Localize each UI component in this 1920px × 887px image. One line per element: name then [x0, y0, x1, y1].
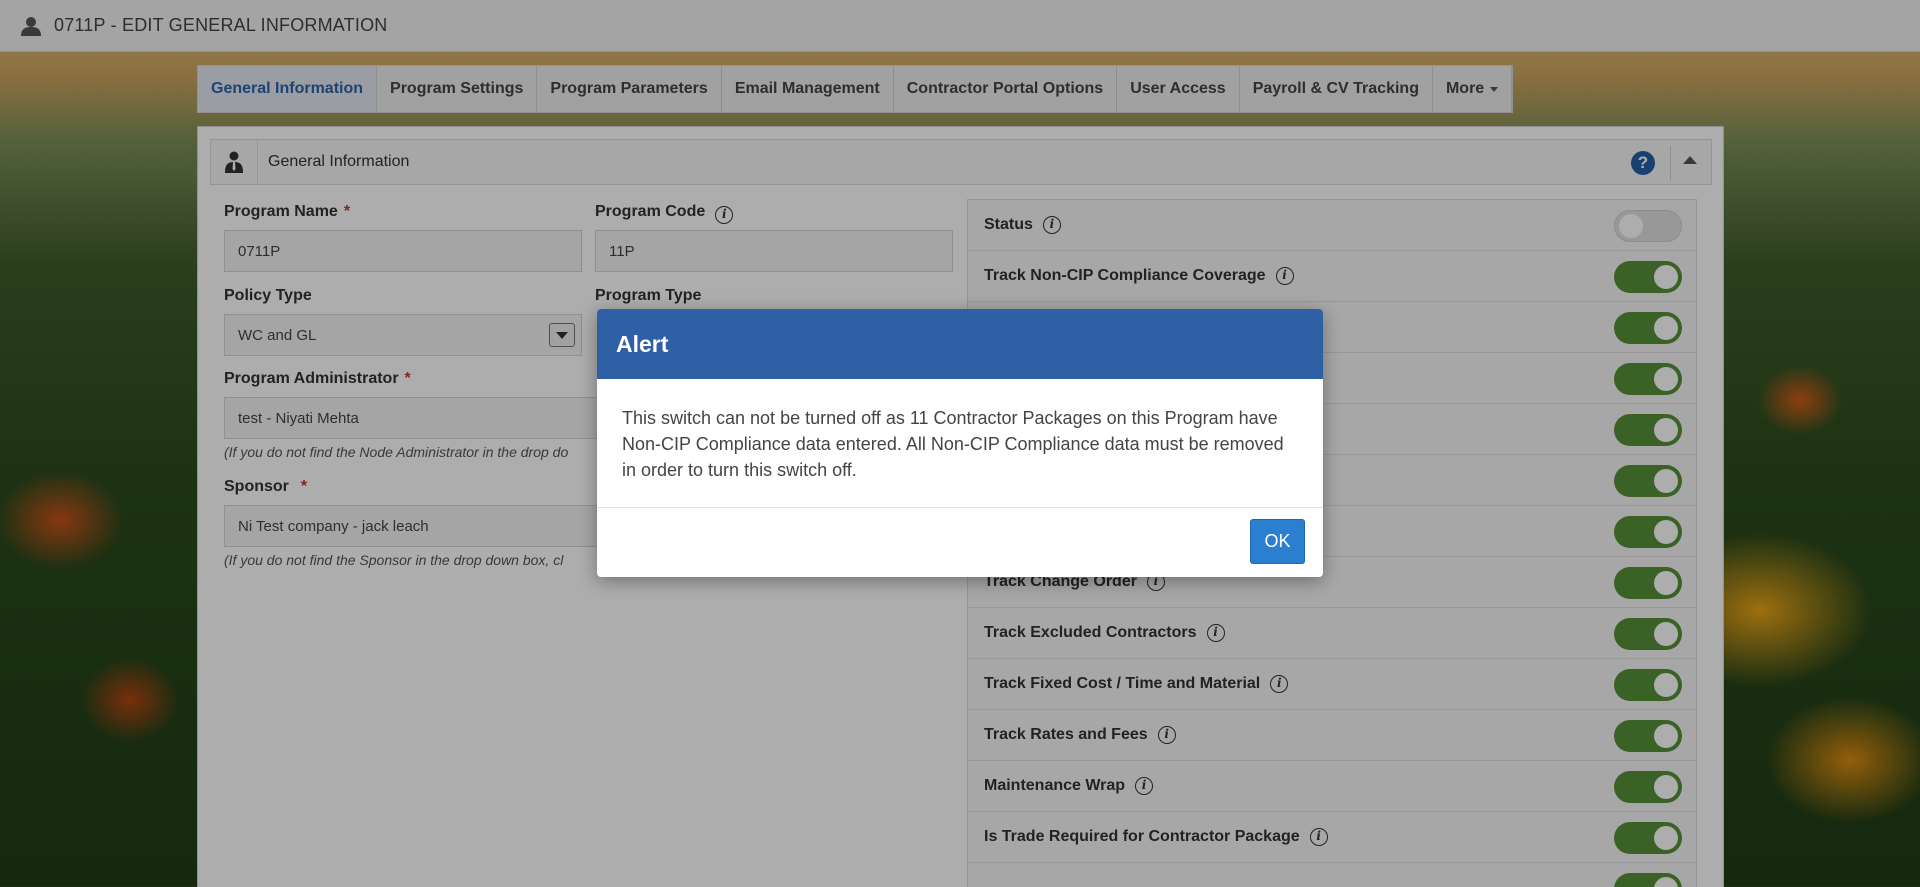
alert-message: This switch can not be turned off as 11 …	[597, 379, 1323, 508]
alert-title: Alert	[597, 309, 1323, 379]
ok-button[interactable]: OK	[1250, 519, 1305, 564]
alert-footer: OK	[597, 508, 1323, 577]
alert-dialog: Alert This switch can not be turned off …	[597, 309, 1323, 577]
